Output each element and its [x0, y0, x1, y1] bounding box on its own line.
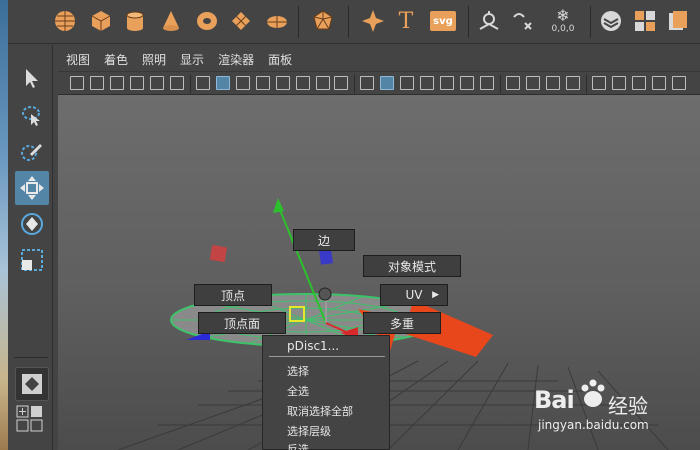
gate-mask-icon[interactable] [276, 76, 290, 90]
snowflake-label: 0,0,0 [551, 24, 575, 34]
cards-icon[interactable] [662, 6, 692, 36]
tool-box [8, 45, 53, 450]
camera-select-icon[interactable] [70, 76, 84, 90]
marking-menu-uv-label: UV [405, 288, 423, 302]
svg-tool-label: svg [430, 11, 456, 31]
context-menu-select[interactable]: 选择 [287, 363, 309, 379]
paw-logo-icon [581, 379, 605, 407]
context-menu-invert[interactable]: 反选 [287, 441, 309, 450]
shelf-separator [590, 6, 591, 38]
context-menu-select-all[interactable]: 全选 [287, 383, 309, 399]
multisample-icon[interactable] [546, 76, 560, 90]
wireframe-on-shaded-icon[interactable] [420, 76, 434, 90]
menu-lighting[interactable]: 照明 [142, 51, 166, 68]
motion-blur-icon[interactable] [526, 76, 540, 90]
image-plane-icon[interactable] [130, 76, 144, 90]
rotate-tool-button[interactable] [15, 207, 49, 241]
textured-icon[interactable] [440, 76, 454, 90]
safe-action-icon[interactable] [316, 76, 330, 90]
toolbox-separator [14, 357, 48, 358]
shelf-separator [348, 6, 349, 38]
menu-view[interactable]: 视图 [66, 51, 90, 68]
iconbar-separator [500, 75, 501, 93]
panel-menu-bar: 视图 着色 照明 显示 渲染器 面板 [58, 47, 700, 71]
field-chart-icon[interactable] [296, 76, 310, 90]
context-menu-divider [269, 356, 385, 357]
platonic-solid-icon[interactable] [308, 6, 338, 36]
smooth-shade-icon[interactable] [380, 76, 394, 90]
measure-tool-icon[interactable] [474, 6, 504, 36]
star-shape-icon[interactable] [358, 6, 388, 36]
iconbar-separator [190, 75, 191, 93]
wireframe-icon[interactable] [360, 76, 374, 90]
poly-cylinder-icon[interactable] [120, 6, 150, 36]
grid-toggle-icon[interactable] [216, 76, 230, 90]
poly-cube-icon[interactable] [86, 6, 116, 36]
svg-tool-icon[interactable]: svg [428, 6, 458, 36]
baidu-jingyan-watermark: Bai 经验 jingyan.baidu.com [534, 372, 700, 450]
panel-icon-bar [58, 71, 700, 95]
context-menu-select-hierarchy[interactable]: 选择层级 [287, 423, 331, 439]
film-gate-icon[interactable] [236, 76, 250, 90]
shelf-separator [468, 6, 469, 38]
poly-disc-icon[interactable] [262, 6, 292, 36]
ambient-occlusion-icon[interactable] [506, 76, 520, 90]
scale-tool-button[interactable] [15, 243, 49, 277]
watermark-brand: Bai [534, 386, 575, 414]
camera-attributes-icon[interactable] [90, 76, 104, 90]
iconbar-separator [354, 75, 355, 93]
poly-cone-icon[interactable] [156, 6, 186, 36]
watermark-url: jingyan.baidu.com [538, 418, 649, 432]
watermark-brand-suffix: 经验 [608, 394, 648, 418]
2d-pan-zoom-icon[interactable] [150, 76, 164, 90]
lights-icon[interactable] [460, 76, 474, 90]
safe-title-icon[interactable] [334, 76, 348, 90]
menu-renderer[interactable]: 渲染器 [218, 51, 254, 68]
menu-shading[interactable]: 着色 [104, 51, 128, 68]
xray-joints-icon[interactable] [632, 76, 646, 90]
iconbar-separator [586, 75, 587, 93]
sculpt-icon[interactable] [596, 6, 626, 36]
poly-plane-icon[interactable] [226, 6, 256, 36]
snowflake-glyph: ❄ [556, 6, 570, 25]
shelf-toolbar: T svg ❄ 0,0,0 [8, 0, 700, 44]
resolution-gate-icon[interactable] [256, 76, 270, 90]
depth-of-field-icon[interactable] [566, 76, 580, 90]
color-management-icon[interactable] [672, 76, 686, 90]
marking-menu-object-mode[interactable]: 对象模式 [363, 255, 461, 277]
curve-warp-icon[interactable] [508, 6, 538, 36]
context-menu-deselect-all[interactable]: 取消选择全部 [287, 403, 353, 419]
layout-quad-buttons[interactable] [16, 405, 44, 433]
move-tool-button[interactable] [15, 171, 49, 205]
use-default-material-icon[interactable] [400, 76, 414, 90]
lasso-tool-button[interactable] [15, 99, 49, 133]
select-tool-button[interactable] [15, 61, 49, 95]
shelf-separator [298, 6, 299, 38]
shadows-icon[interactable] [480, 76, 494, 90]
marking-menu-edge[interactable]: 边 [293, 229, 355, 251]
poly-sphere-icon[interactable] [50, 6, 80, 36]
object-context-menu: pDisc1... 选择 全选 取消选择全部 选择层级 反选 [262, 335, 390, 450]
paint-select-tool-button[interactable] [15, 135, 49, 169]
xray-icon[interactable] [612, 76, 626, 90]
grease-pencil-icon[interactable] [170, 76, 184, 90]
marking-menu-uv[interactable]: UV ▶ [380, 284, 448, 306]
context-menu-title[interactable]: pDisc1... [287, 339, 339, 353]
poly-torus-icon[interactable] [192, 6, 222, 36]
layout-single-pane-button[interactable] [15, 367, 49, 401]
grid-icon[interactable] [196, 76, 210, 90]
snowflake-icon[interactable]: ❄ 0,0,0 [548, 6, 578, 36]
marking-menu-vertex[interactable]: 顶点 [194, 284, 272, 306]
blocks-icon[interactable] [630, 6, 660, 36]
menu-panels[interactable]: 面板 [268, 51, 292, 68]
submenu-arrow-icon: ▶ [432, 290, 439, 300]
marking-menu-vertex-face[interactable]: 顶点面 [198, 312, 286, 334]
text-tool-icon[interactable]: T [391, 6, 421, 36]
bookmark-icon[interactable] [110, 76, 124, 90]
xray-components-icon[interactable] [652, 76, 666, 90]
menu-show[interactable]: 显示 [180, 51, 204, 68]
desktop-background-strip [0, 0, 8, 450]
isolate-select-icon[interactable] [592, 76, 606, 90]
marking-menu-multi[interactable]: 多重 [363, 312, 441, 334]
